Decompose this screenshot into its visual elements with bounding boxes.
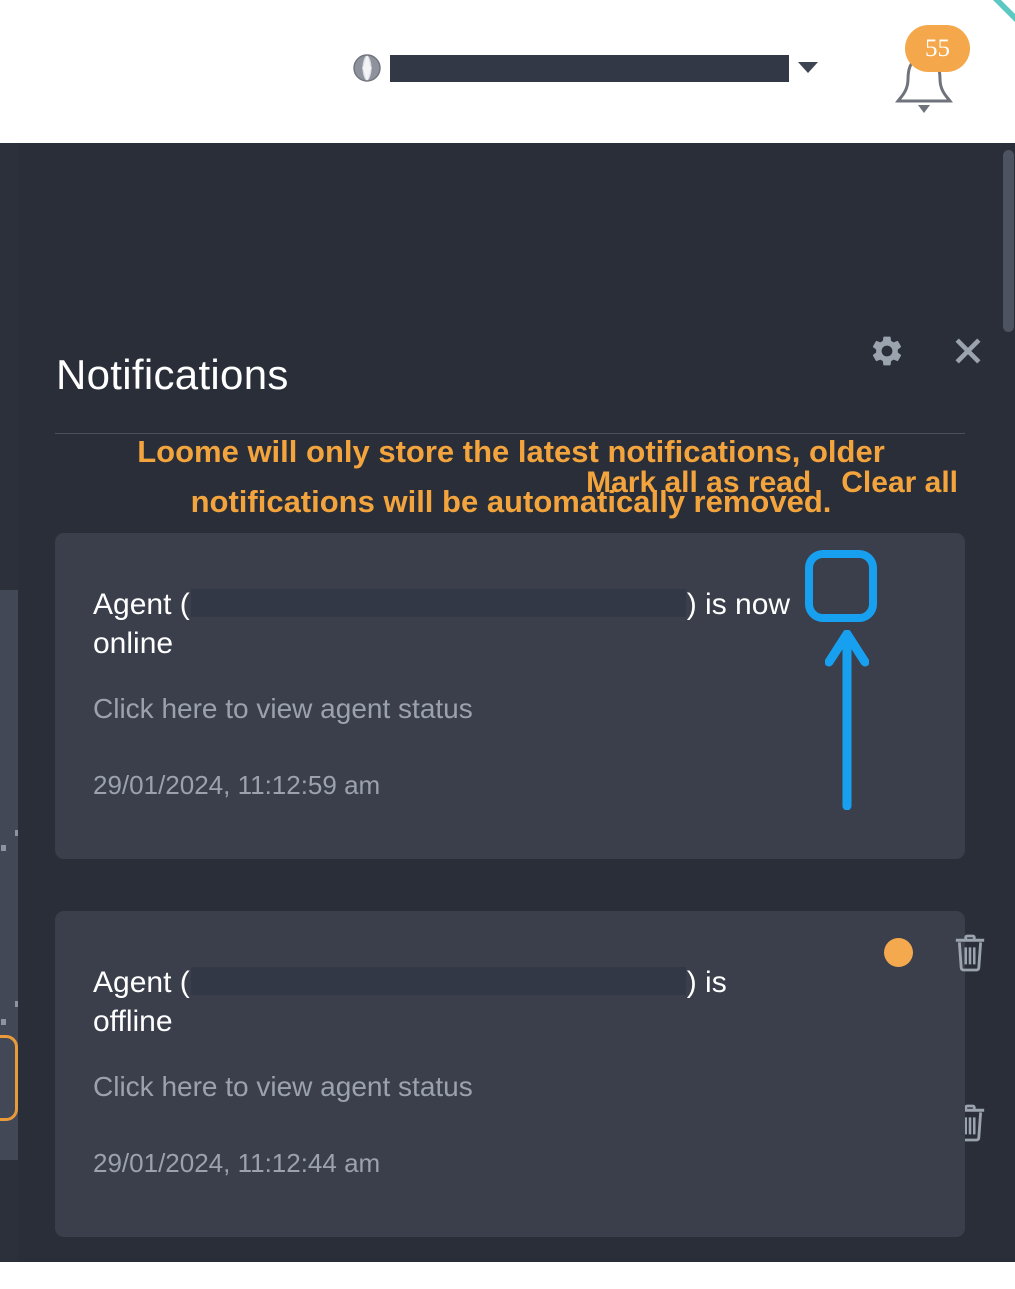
globe-icon xyxy=(352,53,382,83)
page-title: Notifications xyxy=(56,351,289,398)
notification-title-prefix: Agent ( xyxy=(93,966,190,999)
notification-title: Agent () is now online xyxy=(93,585,793,663)
notifications-bell-button[interactable]: 55 xyxy=(880,25,976,125)
unread-indicator-dot[interactable] xyxy=(884,938,913,967)
notification-count-badge: 55 xyxy=(905,25,970,72)
tenant-select-redacted[interactable] xyxy=(390,55,789,82)
background-text-fragment xyxy=(1,1019,6,1025)
notification-settings-button[interactable] xyxy=(854,320,920,386)
trash-icon xyxy=(953,934,987,977)
close-notifications-button[interactable] xyxy=(935,320,1001,386)
panel-divider xyxy=(55,433,965,434)
mark-all-as-read-link[interactable]: Mark all as read xyxy=(586,466,811,500)
notification-timestamp: 29/01/2024, 11:12:44 am xyxy=(93,1148,381,1178)
background-text-fragment xyxy=(1,845,6,851)
delete-notification-button[interactable] xyxy=(953,933,987,973)
annotation-highlight-box xyxy=(805,550,877,622)
corner-accent-icon xyxy=(993,0,1015,22)
notification-agent-name-redacted xyxy=(190,967,686,995)
chevron-down-icon[interactable] xyxy=(798,62,818,73)
notification-title: Agent () is offline xyxy=(93,963,793,1041)
notification-agent-name-redacted xyxy=(190,589,686,617)
notification-title-prefix: Agent ( xyxy=(93,588,190,621)
close-icon xyxy=(951,334,985,373)
notification-subtitle[interactable]: Click here to view agent status xyxy=(93,693,473,725)
app-header: 55 xyxy=(0,0,1015,143)
background-highlighted-box xyxy=(0,1035,18,1121)
gear-icon xyxy=(869,333,905,374)
panel-scrollbar-thumb[interactable] xyxy=(1003,150,1014,332)
clear-all-link[interactable]: Clear all xyxy=(841,466,958,500)
notification-actions: Mark all as read Clear all xyxy=(586,466,958,500)
notification-timestamp: 29/01/2024, 11:12:59 am xyxy=(93,770,381,800)
notification-item[interactable]: Agent () is offline Click here to view a… xyxy=(55,911,985,1237)
notification-subtitle[interactable]: Click here to view agent status xyxy=(93,1071,473,1103)
annotation-arrow-icon xyxy=(824,629,870,811)
